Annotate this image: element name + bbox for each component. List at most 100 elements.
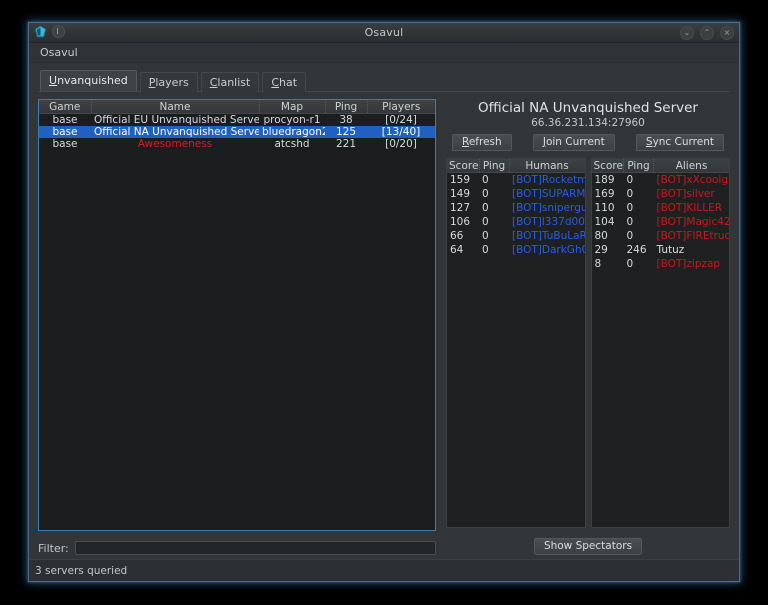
tab-bar: Unvanquished Players Clanlist Chat — [40, 70, 730, 92]
cell-score: 106 — [450, 216, 471, 228]
col-header-map[interactable]: Map — [259, 100, 326, 114]
aliens-header-row: Score Ping Aliens — [591, 159, 729, 173]
table-row[interactable]: 8 0 [BOT]zipzap — [592, 257, 730, 271]
humans-col-name[interactable]: Humans — [509, 159, 585, 173]
aliens-body: 189 0 [BOT]xXcoolguyXx 169 0 [BOT]silver — [592, 173, 730, 272]
filter-input[interactable] — [74, 541, 436, 555]
col-header-players[interactable]: Players — [367, 100, 435, 114]
cell-player-name: [BOT]SUPARMAN — [512, 188, 585, 200]
cell-score: 159 — [450, 174, 471, 186]
aliens-col-ping[interactable]: Ping — [623, 159, 654, 173]
window-controls: ⌄ ⌃ × — [680, 26, 734, 40]
aliens-table: Score Ping Aliens 189 0 [BOT]xXcoolg 169… — [591, 159, 730, 272]
osavul-logo-icon — [34, 25, 47, 38]
table-row[interactable]: base Official EU Unvanquished Server pro… — [39, 114, 435, 126]
humans-col-ping[interactable]: Ping — [479, 159, 510, 173]
team-panels: Score Ping Humans 159 0 [BOT]Rocket 149 … — [446, 158, 730, 528]
humans-col-score[interactable]: Score — [447, 159, 480, 173]
cell-score: 110 — [594, 202, 615, 214]
cell-name: Awesomeness — [137, 138, 213, 150]
tab-clanlist[interactable]: Clanlist — [200, 72, 260, 92]
table-row[interactable]: 106 0 [BOT]l337d00d — [447, 215, 585, 229]
tab-panel-unvanquished: Game Name Map Ping Players base Official… — [38, 91, 730, 559]
cell-score: 64 — [450, 244, 464, 256]
table-row[interactable]: 64 0 [BOT]DarkGh0st — [447, 243, 585, 257]
table-row[interactable]: 149 0 [BOT]SUPARMAN — [447, 187, 585, 201]
filter-label: Filter: — [38, 541, 69, 555]
aliens-col-name[interactable]: Aliens — [653, 159, 729, 173]
cell-player-name: [BOT]Magic420 — [656, 216, 730, 228]
table-row[interactable]: 127 0 [BOT]sniperguy — [447, 201, 585, 215]
cell-player-name: [BOT]zipzap — [656, 258, 721, 270]
window-title: Osavul — [364, 26, 404, 39]
cell-ping: 0 — [482, 230, 489, 242]
cell-score: 169 — [594, 188, 615, 200]
cell-players: [13/40] — [367, 126, 435, 138]
refresh-button-label: efresh — [468, 136, 502, 148]
cell-player-name: [BOT]FIREtruck — [656, 230, 730, 242]
cell-score: 104 — [594, 216, 615, 228]
minimize-button[interactable]: ⌄ — [680, 26, 694, 40]
refresh-button-mnemonic: R — [462, 136, 469, 148]
tab-unvanquished[interactable]: Unvanquished — [40, 70, 137, 91]
col-header-game[interactable]: Game — [39, 100, 92, 114]
server-list-panel[interactable]: Game Name Map Ping Players base Official… — [38, 99, 436, 531]
cell-player-name: [BOT]xXcoolguyXx — [656, 174, 730, 186]
table-row[interactable]: 29 246 Tutuz — [592, 243, 730, 257]
tab-chat-mnemonic: C — [271, 76, 280, 89]
table-row[interactable]: 104 0 [BOT]Magic420 — [592, 215, 730, 229]
cell-ping: 0 — [626, 216, 634, 228]
cell-player-name: [BOT]l337d00d — [512, 216, 585, 228]
table-row[interactable]: base Awesomeness atcshd 221 [0/20] — [39, 138, 435, 150]
join-current-button[interactable]: Join Current — [532, 134, 615, 151]
table-row[interactable]: 159 0 [BOT]Rocketman — [447, 173, 585, 188]
cell-player-name: [BOT]silver — [656, 188, 715, 200]
cell-map: procyon-r1 — [263, 114, 321, 126]
humans-panel[interactable]: Score Ping Humans 159 0 [BOT]Rocket 149 … — [446, 158, 586, 528]
tab-chat-label: hat — [279, 76, 298, 89]
table-row[interactable]: 110 0 [BOT]KILLER — [592, 201, 730, 215]
status-text: 3 servers queried — [35, 564, 128, 577]
menu-osavul[interactable]: Osavul — [36, 45, 82, 60]
cell-score: 29 — [594, 244, 608, 256]
cell-game: base — [52, 114, 78, 126]
cell-name: Official NA Unvanquished Server — [91, 126, 259, 138]
menubar: Osavul — [29, 43, 739, 63]
window-menu-icon[interactable] — [52, 25, 65, 38]
aliens-col-score[interactable]: Score — [591, 159, 624, 173]
table-row[interactable]: base Official NA Unvanquished Server blu… — [39, 126, 435, 138]
tab-chat[interactable]: Chat — [262, 72, 307, 92]
cell-ping: 0 — [482, 174, 489, 186]
show-spectators-button[interactable]: Show Spectators — [533, 537, 643, 555]
refresh-button[interactable]: Refresh — [452, 134, 512, 151]
cell-score: 149 — [450, 188, 471, 200]
tab-clanlist-label: lanlist — [217, 76, 251, 89]
table-row[interactable]: 189 0 [BOT]xXcoolguyXx — [592, 173, 730, 188]
tab-players[interactable]: Players — [139, 72, 198, 92]
server-list-table: Game Name Map Ping Players base Official… — [39, 100, 435, 150]
cell-player-name: Tutuz — [656, 244, 685, 256]
server-details-column: Official NA Unvanquished Server 66.36.23… — [442, 99, 730, 559]
table-row[interactable]: 80 0 [BOT]FIREtruck — [592, 229, 730, 243]
maximize-button[interactable]: ⌃ — [700, 26, 714, 40]
cell-ping: 0 — [626, 258, 634, 270]
cell-ping: 246 — [626, 244, 647, 256]
sync-current-button[interactable]: Sync Current — [635, 134, 724, 151]
col-header-ping[interactable]: Ping — [325, 100, 368, 114]
cell-map: atcshd — [274, 138, 310, 150]
col-header-name[interactable]: Name — [91, 100, 260, 114]
cell-ping: 0 — [482, 216, 489, 228]
cell-players: [0/20] — [385, 138, 417, 150]
cell-ping: 0 — [626, 202, 634, 214]
humans-body: 159 0 [BOT]Rocketman 149 0 [BOT]SUPARMAN — [447, 173, 585, 258]
cell-score: 80 — [594, 230, 608, 242]
aliens-panel[interactable]: Score Ping Aliens 189 0 [BOT]xXcoolg 169… — [590, 158, 730, 528]
cell-ping: 0 — [626, 174, 634, 186]
table-row[interactable]: 169 0 [BOT]silver — [592, 187, 730, 201]
close-button[interactable]: × — [720, 26, 734, 40]
cell-ping: 0 — [626, 230, 634, 242]
table-row[interactable]: 66 0 [BOT]TuBuLaR — [447, 229, 585, 243]
join-current-button-label: oin Current — [545, 136, 605, 148]
screen: Osavul ⌄ ⌃ × Osavul Unvanquished Players… — [0, 0, 768, 605]
server-list-body: base Official EU Unvanquished Server pro… — [39, 114, 435, 150]
